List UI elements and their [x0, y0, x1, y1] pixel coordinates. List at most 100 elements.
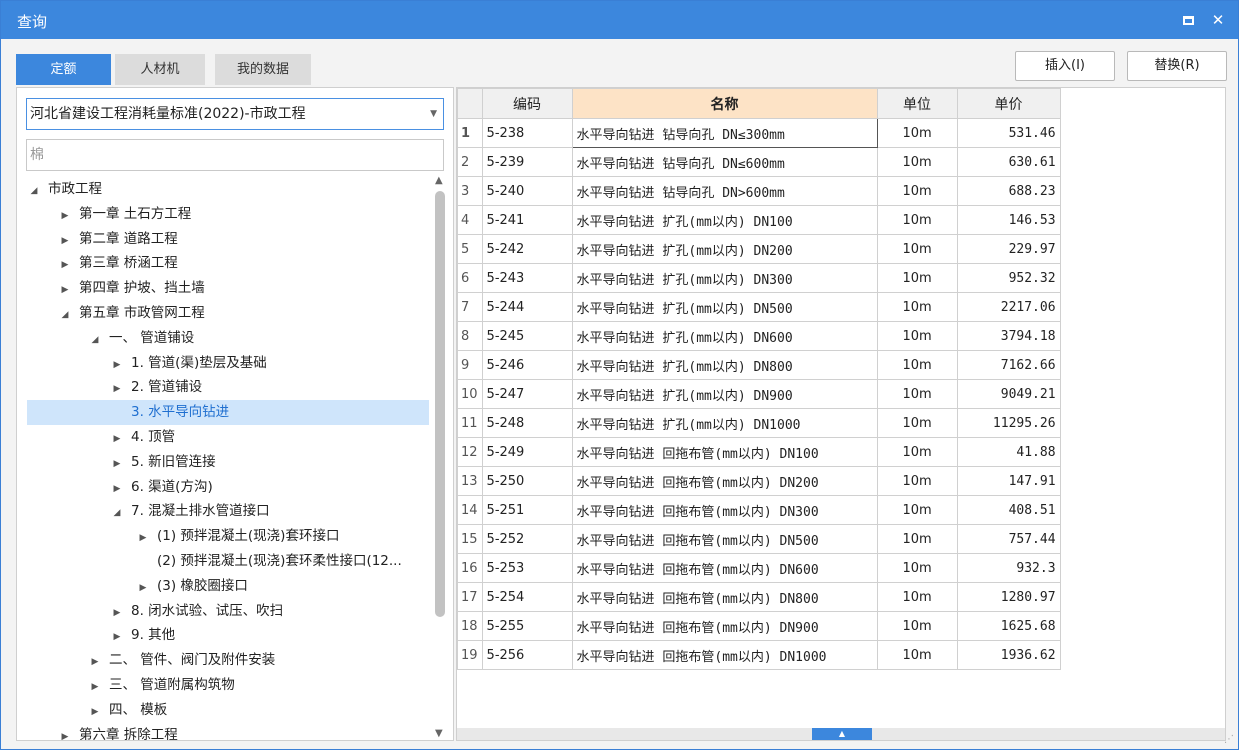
unit-cell[interactable]: 10m: [876, 176, 958, 206]
code-cell[interactable]: 5-248: [481, 408, 573, 438]
name-header[interactable]: 名称: [571, 88, 878, 119]
tab-quota[interactable]: 定额: [16, 54, 111, 85]
tree-item[interactable]: ▶ (3) 橡胶圈接口: [17, 574, 429, 599]
name-cell[interactable]: 水平导向钻进 扩孔(mm以内) DN800: [571, 350, 878, 380]
price-cell[interactable]: 630.61: [956, 147, 1061, 177]
tree-item[interactable]: 3. 水平导向钻进: [27, 400, 429, 426]
price-cell[interactable]: 531.46: [956, 118, 1061, 148]
price-cell[interactable]: 229.97: [956, 234, 1061, 264]
code-cell[interactable]: 5-239: [481, 147, 573, 177]
collapse-toggle-icon[interactable]: ▶: [87, 650, 103, 673]
table-row[interactable]: 19 5-256 水平导向钻进 回拖布管(mm以内) DN1000 10m 1936.6…: [457, 640, 1061, 670]
table-row[interactable]: 8 5-245 水平导向钻进 扩孔(mm以内) DN600 10m 3794.18: [457, 321, 1061, 351]
price-cell[interactable]: 757.44: [956, 524, 1061, 554]
tree-item[interactable]: ▶ 1. 管道(渠)垫层及基础: [17, 351, 429, 376]
code-cell[interactable]: 5-250: [481, 466, 573, 496]
name-cell[interactable]: 水平导向钻进 回拖布管(mm以内) DN600: [571, 553, 878, 583]
name-cell[interactable]: 水平导向钻进 扩孔(mm以内) DN1000: [571, 408, 878, 438]
code-cell[interactable]: 5-241: [481, 205, 573, 235]
scroll-up-icon[interactable]: ▲: [435, 175, 443, 186]
collapse-toggle-icon[interactable]: ▶: [109, 601, 125, 624]
expand-toggle-icon[interactable]: ◢: [87, 328, 103, 351]
table-row[interactable]: 13 5-250 水平导向钻进 回拖布管(mm以内) DN200 10m 147.91: [457, 466, 1061, 496]
name-cell[interactable]: 水平导向钻进 回拖布管(mm以内) DN500: [571, 524, 878, 554]
collapse-toggle-icon[interactable]: ▶: [57, 725, 73, 740]
code-cell[interactable]: 5-238: [481, 118, 573, 148]
name-cell[interactable]: 水平导向钻进 回拖布管(mm以内) DN900: [571, 611, 878, 641]
code-cell[interactable]: 5-256: [481, 640, 573, 670]
tree-item[interactable]: ▶ 第六章 拆除工程: [17, 723, 429, 740]
code-cell[interactable]: 5-253: [481, 553, 573, 583]
collapse-toggle-icon[interactable]: ▶: [135, 526, 151, 549]
tree-item[interactable]: ▶ 第一章 土石方工程: [17, 202, 429, 227]
tree-scrollbar[interactable]: ▲ ▼: [432, 175, 448, 739]
unit-cell[interactable]: 10m: [876, 582, 958, 612]
price-cell[interactable]: 952.32: [956, 263, 1061, 293]
tree-item[interactable]: ▶ 二、 管件、阀门及附件安装: [17, 648, 429, 673]
resize-grip-icon[interactable]: ⋰: [1224, 734, 1234, 745]
name-cell[interactable]: 水平导向钻进 扩孔(mm以内) DN900: [571, 379, 878, 409]
unit-cell[interactable]: 10m: [876, 118, 958, 148]
table-row[interactable]: 5 5-242 水平导向钻进 扩孔(mm以内) DN200 10m 229.97: [457, 234, 1061, 264]
table-row[interactable]: 1 5-238 水平导向钻进 钻导向孔 DN≤300mm 10m 531.46: [457, 118, 1061, 148]
name-cell[interactable]: 水平导向钻进 扩孔(mm以内) DN500: [571, 292, 878, 322]
scroll-thumb[interactable]: [435, 191, 445, 617]
name-cell[interactable]: 水平导向钻进 扩孔(mm以内) DN600: [571, 321, 878, 351]
price-cell[interactable]: 146.53: [956, 205, 1061, 235]
price-cell[interactable]: 9049.21: [956, 379, 1061, 409]
table-row[interactable]: 11 5-248 水平导向钻进 扩孔(mm以内) DN1000 10m 11295.26: [457, 408, 1061, 438]
unit-cell[interactable]: 10m: [876, 408, 958, 438]
unit-cell[interactable]: 10m: [876, 321, 958, 351]
code-cell[interactable]: 5-242: [481, 234, 573, 264]
name-cell[interactable]: 水平导向钻进 扩孔(mm以内) DN100: [571, 205, 878, 235]
tree-item[interactable]: (2) 预拌混凝土(现浇)套环柔性接口(12...: [17, 549, 429, 574]
table-row[interactable]: 18 5-255 水平导向钻进 回拖布管(mm以内) DN900 10m 1625.68: [457, 611, 1061, 641]
unit-cell[interactable]: 10m: [876, 640, 958, 670]
name-cell[interactable]: 水平导向钻进 钻导向孔 DN≤300mm: [571, 118, 878, 148]
chevron-down-icon[interactable]: ▼: [430, 99, 437, 129]
unit-cell[interactable]: 10m: [876, 379, 958, 409]
table-row[interactable]: 10 5-247 水平导向钻进 扩孔(mm以内) DN900 10m 9049.21: [457, 379, 1061, 409]
standard-select[interactable]: 河北省建设工程消耗量标准(2022)-市政工程 ▼: [26, 98, 444, 130]
code-cell[interactable]: 5-246: [481, 350, 573, 380]
price-cell[interactable]: 1625.68: [956, 611, 1061, 641]
price-cell[interactable]: 1936.62: [956, 640, 1061, 670]
collapse-toggle-icon[interactable]: ▶: [57, 253, 73, 276]
expand-toggle-icon[interactable]: ◢: [109, 501, 125, 524]
price-header[interactable]: 单价: [956, 88, 1061, 119]
name-cell[interactable]: 水平导向钻进 钻导向孔 DN>600mm: [571, 176, 878, 206]
code-header[interactable]: 编码: [481, 88, 573, 119]
name-cell[interactable]: 水平导向钻进 回拖布管(mm以内) DN300: [571, 495, 878, 525]
table-row[interactable]: 6 5-243 水平导向钻进 扩孔(mm以内) DN300 10m 952.32: [457, 263, 1061, 293]
price-cell[interactable]: 408.51: [956, 495, 1061, 525]
code-cell[interactable]: 5-240: [481, 176, 573, 206]
tab-materials[interactable]: 人材机: [115, 54, 205, 85]
code-cell[interactable]: 5-252: [481, 524, 573, 554]
unit-cell[interactable]: 10m: [876, 234, 958, 264]
replace-button[interactable]: 替换(R): [1127, 51, 1227, 81]
code-cell[interactable]: 5-251: [481, 495, 573, 525]
collapse-toggle-icon[interactable]: ▶: [109, 452, 125, 475]
tree-item[interactable]: ▶ 5. 新旧管连接: [17, 450, 429, 475]
name-cell[interactable]: 水平导向钻进 回拖布管(mm以内) DN200: [571, 466, 878, 496]
tree-item[interactable]: ▶ 三、 管道附属构筑物: [17, 673, 429, 698]
price-cell[interactable]: 3794.18: [956, 321, 1061, 351]
unit-cell[interactable]: 10m: [876, 611, 958, 641]
table-row[interactable]: 7 5-244 水平导向钻进 扩孔(mm以内) DN500 10m 2217.06: [457, 292, 1061, 322]
name-cell[interactable]: 水平导向钻进 钻导向孔 DN≤600mm: [571, 147, 878, 177]
code-cell[interactable]: 5-245: [481, 321, 573, 351]
name-cell[interactable]: 水平导向钻进 回拖布管(mm以内) DN800: [571, 582, 878, 612]
collapse-toggle-icon[interactable]: ▶: [109, 477, 125, 500]
table-row[interactable]: 17 5-254 水平导向钻进 回拖布管(mm以内) DN800 10m 1280.97: [457, 582, 1061, 612]
unit-cell[interactable]: 10m: [876, 495, 958, 525]
unit-cell[interactable]: 10m: [876, 263, 958, 293]
table-row[interactable]: 9 5-246 水平导向钻进 扩孔(mm以内) DN800 10m 7162.66: [457, 350, 1061, 380]
code-cell[interactable]: 5-249: [481, 437, 573, 467]
code-cell[interactable]: 5-255: [481, 611, 573, 641]
tree-item[interactable]: ▶ 9. 其他: [17, 623, 429, 648]
tree-item[interactable]: ◢ 7. 混凝土排水管道接口: [17, 499, 429, 524]
search-input[interactable]: 棉: [26, 139, 444, 171]
unit-cell[interactable]: 10m: [876, 147, 958, 177]
name-cell[interactable]: 水平导向钻进 回拖布管(mm以内) DN1000: [571, 640, 878, 670]
tree-item[interactable]: ▶ 2. 管道铺设: [17, 375, 429, 400]
